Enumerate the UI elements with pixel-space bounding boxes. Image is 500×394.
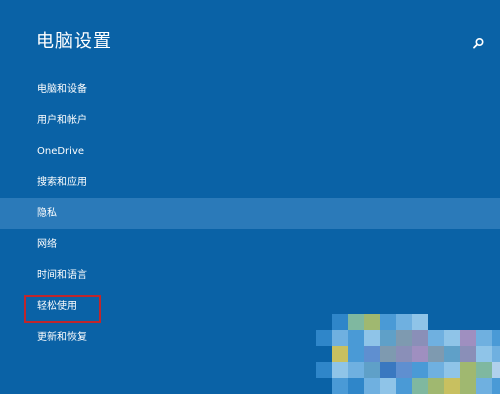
mosaic-tile [364,378,380,394]
mosaic-tile [428,362,444,378]
mosaic-tile [412,346,428,362]
mosaic-tile [476,314,492,330]
search-button[interactable] [470,36,486,52]
nav-item-label: 搜索和应用 [37,177,87,188]
mosaic-tile [460,314,476,330]
settings-nav-list: 电脑和设备 用户和帐户 OneDrive 搜索和应用 隐私 网络 时间和语言 轻… [0,74,500,353]
mosaic-tile [364,314,380,330]
nav-item-privacy[interactable]: 隐私 [0,198,500,229]
nav-item-onedrive[interactable]: OneDrive [0,136,500,167]
mosaic-tile [332,330,348,346]
nav-item-pc-and-devices[interactable]: 电脑和设备 [0,74,500,105]
mosaic-tile [492,330,500,346]
mosaic-tile [316,330,332,346]
nav-item-label: 轻松使用 [37,301,77,312]
mosaic-tile [460,362,476,378]
mosaic-tile [412,362,428,378]
mosaic-tile [444,362,460,378]
nav-item-label: 时间和语言 [37,270,87,281]
nav-item-label: 隐私 [37,208,57,219]
search-icon [473,37,484,49]
mosaic-tile [428,314,444,330]
mosaic-tile [332,314,348,330]
mosaic-tile [380,346,396,362]
mosaic-tile [332,378,348,394]
mosaic-tile [492,378,500,394]
mosaic-tile [460,378,476,394]
mosaic-tile [412,330,428,346]
mosaic-tile [348,362,364,378]
mosaic-tile [348,330,364,346]
pixelated-watermark [316,314,500,394]
nav-item-network[interactable]: 网络 [0,229,500,260]
mosaic-tile [364,346,380,362]
mosaic-tile [332,346,348,362]
mosaic-tile [380,378,396,394]
nav-item-time-and-language[interactable]: 时间和语言 [0,260,500,291]
mosaic-tile [316,378,332,394]
mosaic-tile [412,314,428,330]
mosaic-tile [460,346,476,362]
mosaic-tile [428,346,444,362]
mosaic-tile [476,346,492,362]
mosaic-tile [412,378,428,394]
mosaic-tile [380,330,396,346]
mosaic-tile [316,346,332,362]
mosaic-tile [348,378,364,394]
mosaic-tile [428,378,444,394]
mosaic-tile [348,346,364,362]
nav-item-search-and-apps[interactable]: 搜索和应用 [0,167,500,198]
mosaic-tile [396,314,412,330]
mosaic-tile [476,362,492,378]
mosaic-tile [396,330,412,346]
mosaic-tile [476,378,492,394]
mosaic-tile [396,362,412,378]
mosaic-tile [348,314,364,330]
nav-item-accounts[interactable]: 用户和帐户 [0,105,500,136]
nav-item-label: 更新和恢复 [37,332,87,343]
mosaic-tile [444,346,460,362]
mosaic-tile [396,346,412,362]
mosaic-tile [332,362,348,378]
mosaic-tile [428,330,444,346]
mosaic-tile [476,330,492,346]
nav-item-label: OneDrive [37,146,85,157]
mosaic-tile [316,362,332,378]
nav-item-label: 网络 [37,239,57,250]
mosaic-tile [444,378,460,394]
nav-item-label: 用户和帐户 [37,115,87,126]
page-title: 电脑设置 [36,31,112,52]
pc-settings-pane: 电脑设置 电脑和设备 用户和帐户 OneDrive 搜索和应用 隐私 网络 时间… [0,0,500,394]
mosaic-tile [492,362,500,378]
mosaic-tile [492,314,500,330]
mosaic-tile [396,378,412,394]
mosaic-tile [364,362,380,378]
mosaic-tile [444,330,460,346]
mosaic-tile [316,314,332,330]
mosaic-tile [444,314,460,330]
mosaic-tile [492,346,500,362]
nav-item-label: 电脑和设备 [37,84,87,95]
mosaic-tile [380,362,396,378]
mosaic-tile [364,330,380,346]
mosaic-tile [380,314,396,330]
mosaic-tile [460,330,476,346]
